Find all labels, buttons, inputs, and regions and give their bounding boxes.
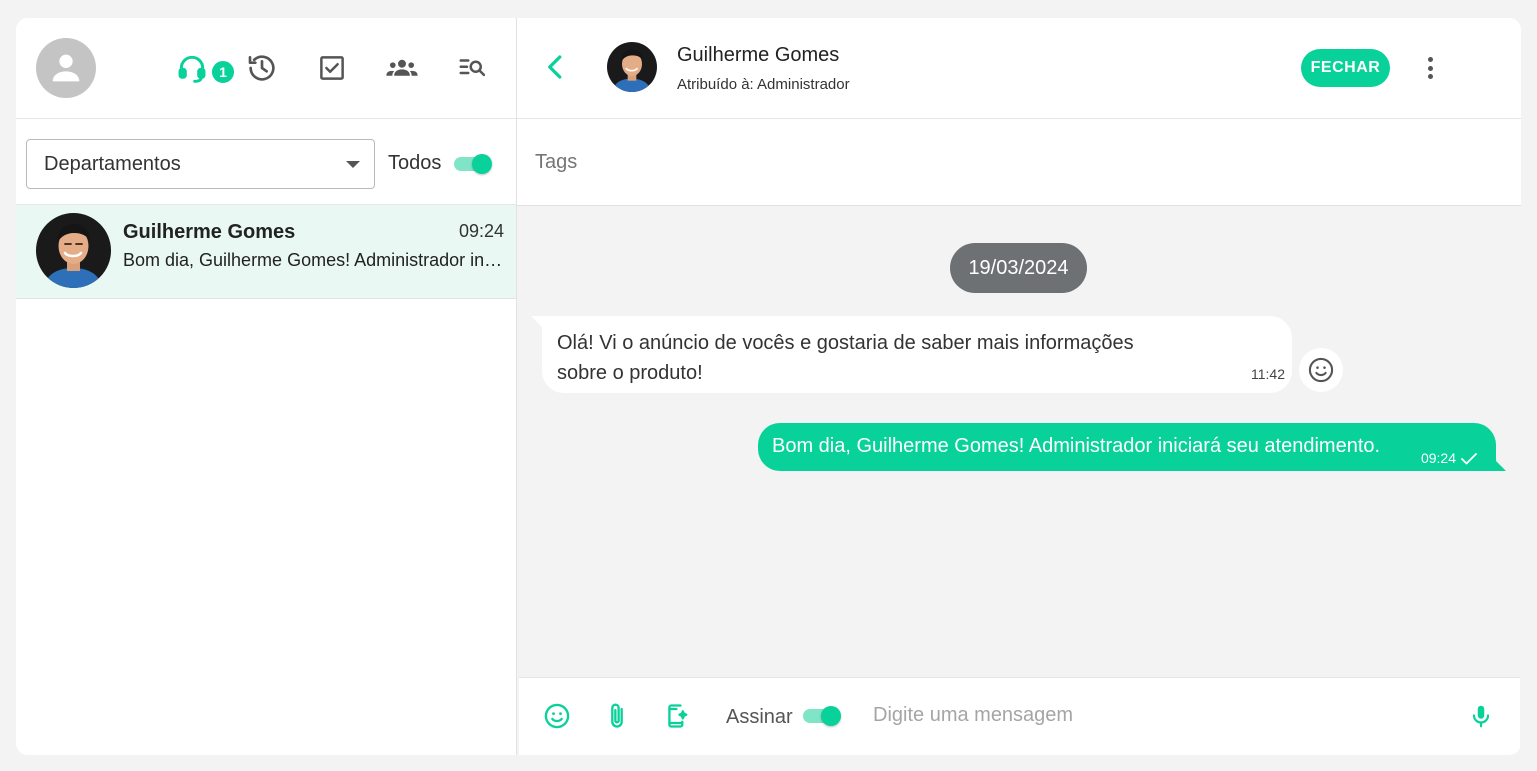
user-avatar[interactable] <box>36 38 96 98</box>
nav-history[interactable] <box>244 50 280 86</box>
message-text: Olá! Vi o anúncio de vocês e gostaria de… <box>557 332 1134 384</box>
chat-list-item[interactable]: Guilherme Gomes 09:24 Bom dia, Guilherme… <box>16 205 516 299</box>
toggle-knob <box>472 154 492 174</box>
todos-toggle[interactable] <box>454 154 492 174</box>
nav-tasks[interactable] <box>314 50 350 86</box>
chat-time: 09:24 <box>458 221 504 241</box>
app-window: 1 Departamentos Todos Guilherme Gomes 09… <box>16 18 1521 755</box>
department-select[interactable]: Departamentos <box>26 139 375 189</box>
conversation-panel: Guilherme Gomes Atribuído à: Administrad… <box>517 18 1521 755</box>
toggle-knob <box>821 706 841 726</box>
sidebar-header: 1 <box>16 18 516 119</box>
todos-label: Todos <box>388 152 442 174</box>
react-button[interactable] <box>1299 348 1343 392</box>
outgoing-message[interactable]: Bom dia, Guilherme Gomes! Administrador … <box>758 423 1496 471</box>
message-composer: Assinar <box>519 677 1520 755</box>
paperclip-icon <box>611 703 623 728</box>
emoji-button[interactable] <box>541 700 573 732</box>
outgoing-bubble-tail <box>1494 459 1506 471</box>
mic-button[interactable] <box>1465 700 1497 732</box>
phone-sparkle-icon <box>668 704 688 728</box>
assigned-to-label: Atribuído à: Administrador <box>677 76 850 93</box>
conversation-header: Guilherme Gomes Atribuído à: Administrad… <box>517 18 1521 119</box>
nav-search[interactable] <box>454 50 490 86</box>
chat-preview: Bom dia, Guilherme Gomes! Administrador … <box>123 250 503 270</box>
sidebar: 1 Departamentos Todos Guilherme Gomes 09… <box>16 18 517 755</box>
message-time: 11:42 <box>1251 366 1285 382</box>
emoji-icon <box>544 703 570 729</box>
chat-contact-name: Guilherme Gomes <box>123 221 296 243</box>
smile-icon <box>1308 357 1334 383</box>
nav-contacts[interactable] <box>384 50 420 86</box>
tags-input[interactable] <box>535 151 1235 174</box>
checkbox-icon <box>320 56 344 80</box>
microphone-icon <box>1472 705 1490 728</box>
sign-toggle[interactable] <box>803 706 841 726</box>
headset-icon <box>178 55 206 83</box>
history-icon <box>248 55 275 81</box>
check-icon <box>1461 453 1477 465</box>
filter-row: Departamentos Todos <box>16 119 516 205</box>
incoming-message[interactable]: Olá! Vi o anúncio de vocês e gostaria de… <box>542 316 1292 393</box>
chevron-left-icon[interactable] <box>541 52 571 82</box>
close-ticket-button[interactable]: FECHAR <box>1301 49 1390 87</box>
header-contact-avatar[interactable] <box>607 42 657 92</box>
attach-button[interactable] <box>601 700 633 732</box>
more-vert-icon[interactable] <box>1417 54 1443 82</box>
message-time: 09:24 <box>1420 450 1456 466</box>
header-contact-name: Guilherme Gomes <box>677 44 840 66</box>
caret-down-icon <box>346 161 360 168</box>
contact-avatar <box>36 213 111 288</box>
nav-active-chats[interactable] <box>174 50 210 86</box>
message-input[interactable] <box>873 704 1433 727</box>
search-list-icon <box>459 59 486 77</box>
quick-reply-button[interactable] <box>661 700 693 732</box>
department-select-value: Departamentos <box>44 152 181 175</box>
unread-badge: 1 <box>210 59 236 85</box>
sign-label: Assinar <box>726 706 793 728</box>
tags-row <box>517 119 1521 206</box>
groups-icon <box>386 59 418 76</box>
person-icon <box>52 54 80 82</box>
message-text: Bom dia, Guilherme Gomes! Administrador … <box>772 435 1381 457</box>
date-separator: 19/03/2024 <box>950 243 1087 293</box>
